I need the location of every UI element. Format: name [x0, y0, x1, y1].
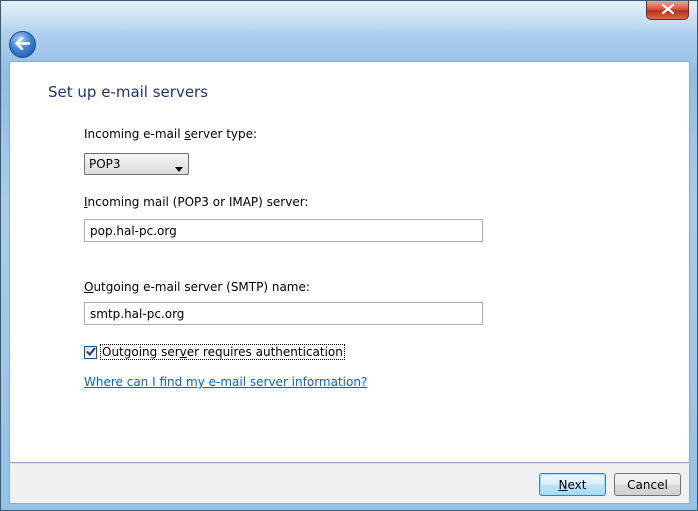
outgoing-server-input[interactable]: smtp.hal-pc.org	[84, 302, 483, 325]
next-button[interactable]: Next	[539, 473, 606, 496]
cancel-button[interactable]: Cancel	[614, 473, 681, 496]
back-arrow-icon	[15, 36, 31, 53]
auth-checkbox[interactable]	[84, 345, 97, 359]
back-button[interactable]	[9, 31, 36, 58]
incoming-server-label: Incoming mail (POP3 or IMAP) server:	[84, 195, 309, 209]
close-button[interactable]	[646, 1, 689, 20]
checkmark-icon	[85, 345, 96, 359]
dropdown-arrow-icon	[175, 161, 183, 175]
wizard-window: Set up e-mail servers Incoming e-mail se…	[0, 0, 698, 511]
button-bar: Next Cancel	[9, 463, 690, 504]
close-x-icon	[661, 3, 674, 17]
content-panel: Set up e-mail servers Incoming e-mail se…	[9, 61, 690, 463]
outgoing-server-label: Outgoing e-mail server (SMTP) name:	[84, 280, 310, 294]
auth-checkbox-row[interactable]: Outgoing server requires authentication	[84, 344, 345, 360]
dropdown-value: POP3	[89, 157, 121, 171]
incoming-type-label: Incoming e-mail server type:	[84, 127, 258, 141]
incoming-server-input[interactable]: pop.hal-pc.org	[84, 219, 483, 242]
title-bar[interactable]	[1, 1, 697, 31]
auth-checkbox-label[interactable]: Outgoing server requires authentication	[100, 344, 345, 360]
incoming-type-dropdown[interactable]: POP3	[84, 153, 189, 175]
page-title: Set up e-mail servers	[48, 83, 209, 101]
server-info-help-link[interactable]: Where can I find my e-mail server inform…	[84, 375, 367, 389]
